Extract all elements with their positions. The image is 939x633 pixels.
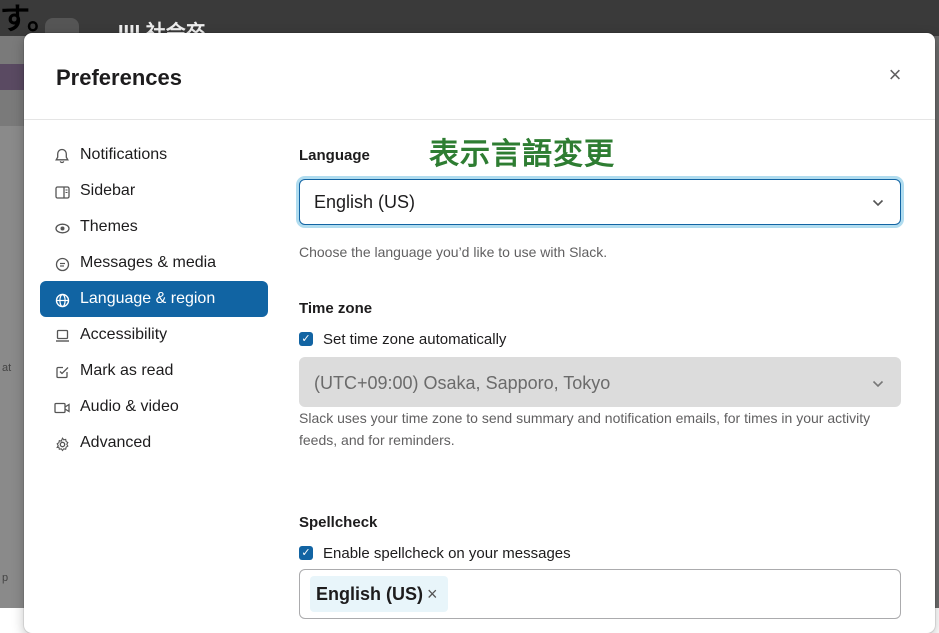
modal-header: Preferences × — [24, 33, 935, 120]
preferences-sidebar: Notifications Sidebar Themes Messages & … — [40, 137, 268, 461]
chevron-down-icon — [872, 180, 884, 224]
language-token: English (US) × — [310, 576, 448, 612]
language-label: Language — [299, 147, 370, 164]
sidebar-item-label: Notifications — [80, 146, 168, 163]
chevron-down-icon — [872, 358, 884, 408]
sidebar-item-advanced[interactable]: Advanced — [40, 425, 268, 461]
gear-icon — [54, 425, 70, 461]
sidebar-item-messages-media[interactable]: Messages & media — [40, 245, 268, 281]
sidebar-item-themes[interactable]: Themes — [40, 209, 268, 245]
timezone-help-text: Slack uses your time zone to send summar… — [299, 410, 871, 448]
background-sidebar-highlight — [0, 64, 25, 90]
timezone-select-value: (UTC+09:00) Osaka, Sapporo, Tokyo — [314, 373, 611, 393]
sidebar-item-label: Audio & video — [80, 398, 179, 415]
timezone-auto-label: Set time zone automatically — [323, 331, 507, 348]
sidebar-item-label: Sidebar — [80, 182, 136, 199]
background-side-text: at — [2, 362, 12, 374]
timezone-auto-checkbox[interactable]: ✓ — [299, 332, 313, 347]
message-icon — [54, 245, 70, 281]
globe-icon — [54, 281, 70, 317]
close-button[interactable]: × — [883, 63, 907, 87]
spellcheck-enable-row[interactable]: ✓ Enable spellcheck on your messages — [299, 545, 571, 563]
spellcheck-enable-label: Enable spellcheck on your messages — [323, 545, 571, 562]
sidebar-item-label: Themes — [80, 218, 138, 235]
modal-title: Preferences — [56, 65, 182, 90]
timezone-auto-row[interactable]: ✓ Set time zone automatically — [299, 331, 506, 349]
sidebar-item-accessibility[interactable]: Accessibility — [40, 317, 268, 353]
timezone-label: Time zone — [299, 300, 373, 317]
sidebar-item-label: Messages & media — [80, 254, 217, 271]
laptop-icon — [54, 317, 70, 353]
timezone-select: (UTC+09:00) Osaka, Sapporo, Tokyo — [299, 357, 901, 407]
video-icon — [54, 389, 70, 425]
background-sidebar — [0, 36, 25, 608]
spellcheck-enable-checkbox[interactable]: ✓ — [299, 546, 313, 561]
language-select[interactable]: English (US) — [299, 179, 901, 225]
sidebar-item-label: Mark as read — [80, 362, 174, 379]
annotation-label: 表示言語変更 — [429, 138, 615, 171]
sidebar-item-sidebar[interactable]: Sidebar — [40, 173, 268, 209]
spellcheck-language-input[interactable]: English (US) × — [299, 569, 901, 619]
sidebar-item-language-region[interactable]: Language & region — [40, 281, 268, 317]
sidebar-item-mark-as-read[interactable]: Mark as read — [40, 353, 268, 389]
language-help-text: Choose the language you’d like to use wi… — [299, 244, 608, 260]
language-select-value: English (US) — [314, 192, 416, 212]
sidebar-item-notifications[interactable]: Notifications — [40, 137, 268, 173]
bell-icon — [54, 137, 70, 173]
token-remove-button[interactable]: × — [427, 584, 438, 604]
sidebar-item-audio-video[interactable]: Audio & video — [40, 389, 268, 425]
sidebar-item-label: Language & region — [80, 290, 216, 307]
eye-icon — [54, 209, 70, 245]
sidebar-icon — [54, 173, 70, 209]
preferences-modal: Preferences × Notifications Sidebar Them… — [24, 33, 935, 633]
sidebar-item-label: Accessibility — [80, 326, 168, 343]
language-token-label: English (US) — [316, 584, 423, 604]
sidebar-item-label: Advanced — [80, 434, 152, 451]
background-side-text: p — [2, 572, 9, 584]
spellcheck-label: Spellcheck — [299, 514, 378, 531]
check-message-icon — [54, 353, 70, 389]
